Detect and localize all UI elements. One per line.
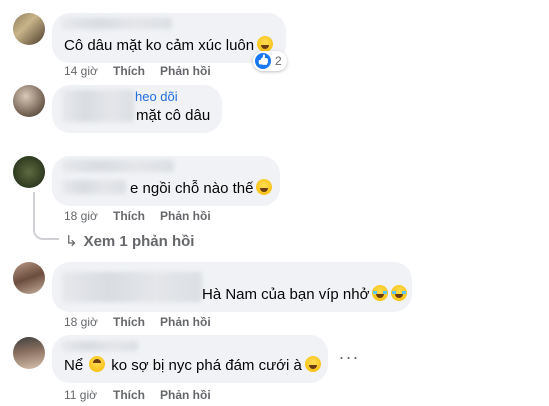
comment-bubble: Cô dâu mặt ko cảm xúc luôn	[52, 13, 286, 63]
comment-bubble: heo dõi mặt cô dâu	[52, 85, 222, 133]
comment-text: mặt cô dâu	[136, 107, 211, 124]
comment-bubble: Hà Nam của bạn víp nhở	[52, 262, 412, 312]
upside-down-face-icon	[89, 356, 106, 372]
avatar[interactable]	[13, 13, 45, 45]
redacted-author-name	[62, 18, 172, 29]
view-replies-link[interactable]: ↳ Xem 1 phản hồi	[65, 232, 194, 252]
redacted-author-name	[62, 90, 134, 122]
comment-meta: 18 giờ Thích Phản hồi	[64, 208, 264, 224]
comment-text: Nể ko sợ bị nyc phá đám cưới à	[64, 356, 321, 376]
reply-button[interactable]: Phản hồi	[160, 208, 211, 224]
more-options-button[interactable]: ···	[335, 348, 363, 368]
reply-button[interactable]: Phản hồi	[160, 387, 211, 403]
comment-meta: 11 giờ Thích Phản hồi	[64, 387, 264, 403]
redacted-author-name	[62, 272, 202, 302]
avatar[interactable]	[13, 262, 45, 294]
comment-bubble: e ngồi chỗ nào thế	[52, 156, 280, 206]
comment-timestamp[interactable]: 11 giờ	[64, 387, 97, 403]
comment-timestamp[interactable]: 18 giờ	[64, 314, 98, 330]
redacted-author-name	[62, 341, 138, 351]
reply-arrow-icon: ↳	[65, 233, 78, 250]
comment-bubble: Nể ko sợ bị nyc phá đám cưới à	[52, 335, 328, 383]
redacted-author-name	[62, 160, 174, 172]
avatar[interactable]	[13, 337, 45, 369]
like-button[interactable]: Thích	[113, 208, 145, 224]
rolling-laughing-icon	[391, 285, 408, 301]
grinning-face-icon	[304, 356, 321, 372]
reply-button[interactable]: Phản hồi	[160, 314, 211, 330]
comment-text: Hà Nam của bạn víp nhở	[202, 285, 408, 305]
grinning-face-icon	[256, 179, 273, 195]
comment-meta: 18 giờ Thích Phản hồi	[64, 314, 264, 330]
comment-text: e ngồi chỗ nào thế	[130, 179, 273, 199]
grinning-face-icon	[257, 36, 274, 52]
redacted-text	[62, 180, 126, 194]
like-button[interactable]: Thích	[113, 387, 145, 403]
rolling-laughing-icon	[372, 285, 389, 301]
reply-button[interactable]: Phản hồi	[160, 63, 211, 79]
like-button[interactable]: Thích	[113, 63, 145, 79]
comment-text: Cô dâu mặt ko cảm xúc luôn	[64, 36, 274, 56]
comment-meta: 14 giờ Thích Phản hồi	[64, 63, 264, 79]
avatar[interactable]	[13, 85, 45, 117]
comment-timestamp[interactable]: 14 giờ	[64, 63, 98, 79]
mention-link[interactable]: heo dõi	[135, 87, 178, 107]
avatar[interactable]	[13, 156, 45, 188]
thread-connector	[33, 222, 59, 240]
like-button[interactable]: Thích	[113, 314, 145, 330]
reaction-count: 2	[275, 54, 282, 68]
comment-timestamp[interactable]: 18 giờ	[64, 208, 98, 224]
